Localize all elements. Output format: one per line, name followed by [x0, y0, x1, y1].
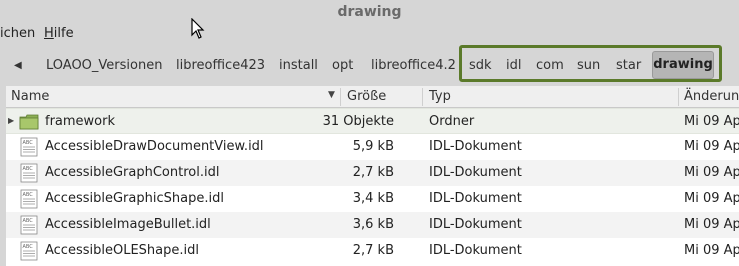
text-file-icon: ABC	[20, 189, 38, 209]
file-name: AccessibleImageBullet.idl	[45, 217, 211, 232]
list-row[interactable]: ABC AccessibleDrawDocumentView.idl 5,9 k…	[6, 134, 739, 160]
file-type: IDL-Dokument	[429, 217, 522, 232]
file-type: IDL-Dokument	[429, 191, 522, 206]
window-title: drawing	[337, 4, 402, 20]
crumb-opt[interactable]: opt	[332, 56, 353, 76]
file-name: AccessibleGraphicShape.idl	[45, 191, 224, 206]
column-header-size[interactable]: Größe	[347, 89, 386, 104]
column-header-name[interactable]: Name	[11, 89, 49, 104]
path-bar: ◀ LOAOO_Versionen libreoffice423 install…	[0, 44, 739, 86]
list-header: Name ▼ Größe Typ Änderung	[6, 86, 739, 108]
menubar: ichen Hilfe	[0, 24, 739, 44]
list-row[interactable]: ABC AccessibleImageBullet.idl 3,6 kB IDL…	[6, 212, 739, 238]
list-row[interactable]: ABC AccessibleOLEShape.idl 2,7 kB IDL-Do…	[6, 238, 739, 264]
file-size: 3,4 kB	[352, 191, 394, 206]
file-name: AccessibleGraphControl.idl	[45, 165, 220, 180]
file-type: IDL-Dokument	[429, 165, 522, 180]
svg-text:ABC: ABC	[23, 140, 34, 146]
file-size: 2,7 kB	[352, 243, 394, 258]
column-separator[interactable]	[340, 88, 341, 106]
file-type: IDL-Dokument	[429, 243, 522, 258]
folder-icon	[19, 114, 39, 130]
file-type: Ordner	[429, 114, 475, 129]
svg-text:ABC: ABC	[23, 218, 34, 224]
crumb-loaoo-versionen[interactable]: LOAOO_Versionen	[46, 56, 162, 76]
column-header-modified[interactable]: Änderung	[684, 89, 739, 104]
file-modified: Mi 09 Apr	[684, 165, 739, 180]
menu-item-help-mnemonic: H	[44, 26, 54, 41]
mouse-cursor-icon	[191, 18, 205, 39]
menu-item-help-label: ilfe	[53, 26, 74, 41]
highlight-annotation	[459, 45, 722, 82]
list-row[interactable]: ABC AccessibleGraphControl.idl 2,7 kB ID…	[6, 160, 739, 186]
list-row-framework[interactable]: ▶ framework 31 Objekte Ordner Mi 09 Apr	[6, 108, 739, 134]
crumb-install[interactable]: install	[279, 56, 318, 76]
menu-item-view[interactable]: ichen	[0, 26, 35, 41]
svg-text:ABC: ABC	[23, 244, 34, 250]
file-modified: Mi 09 Apr	[684, 114, 739, 129]
file-modified: Mi 09 Apr	[684, 191, 739, 206]
column-separator[interactable]	[422, 88, 423, 106]
file-modified: Mi 09 Apr	[684, 139, 739, 154]
crumb-libreoffice4-2[interactable]: libreoffice4.2	[371, 56, 456, 76]
svg-text:ABC: ABC	[23, 192, 34, 198]
sort-descending-icon: ▼	[328, 90, 335, 100]
file-name: AccessibleDrawDocumentView.idl	[45, 139, 264, 154]
text-file-icon: ABC	[20, 241, 38, 261]
crumb-libreoffice423[interactable]: libreoffice423	[176, 56, 265, 76]
file-size: 2,7 kB	[352, 165, 394, 180]
column-header-type[interactable]: Typ	[429, 89, 451, 104]
text-file-icon: ABC	[20, 163, 38, 183]
text-file-icon: ABC	[20, 137, 38, 157]
file-list: Name ▼ Größe Typ Änderung ▶ framework 31…	[6, 86, 739, 266]
svg-text:ABC: ABC	[23, 166, 34, 172]
list-row[interactable]: ABC AccessibleGraphicShape.idl 3,4 kB ID…	[6, 186, 739, 212]
text-file-icon: ABC	[20, 215, 38, 235]
file-size: 31 Objekte	[322, 114, 394, 129]
file-size: 5,9 kB	[352, 139, 394, 154]
file-name: AccessibleOLEShape.idl	[45, 243, 199, 258]
menu-item-help[interactable]: Hilfe	[44, 26, 74, 41]
back-arrow-icon[interactable]: ◀	[14, 56, 22, 76]
expander-icon[interactable]: ▶	[8, 116, 14, 125]
file-modified: Mi 09 Apr	[684, 217, 739, 232]
file-size: 3,6 kB	[352, 217, 394, 232]
file-name: framework	[45, 114, 116, 129]
column-separator[interactable]	[678, 88, 679, 106]
file-type: IDL-Dokument	[429, 139, 522, 154]
file-modified: Mi 09 Apr	[684, 243, 739, 258]
